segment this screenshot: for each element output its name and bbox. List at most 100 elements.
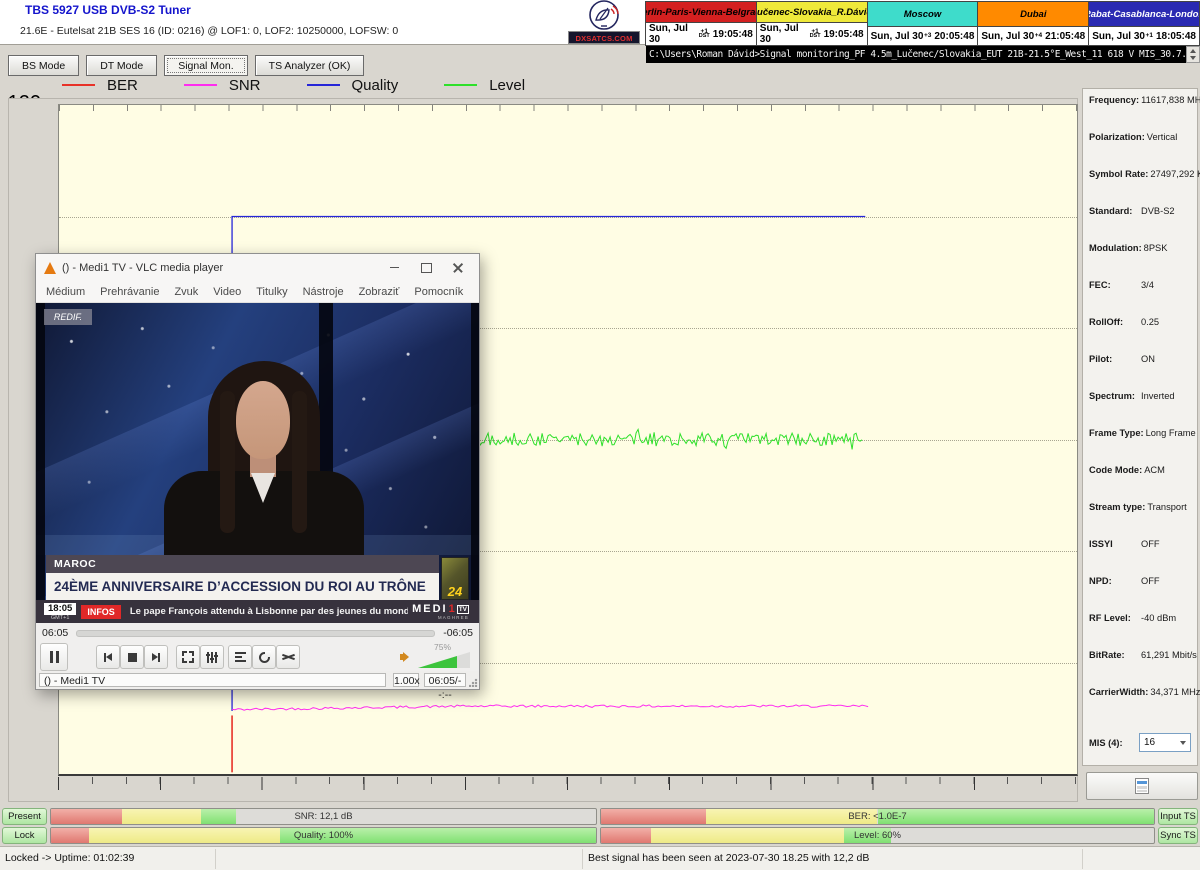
sync-ts-indicator: Sync TS [1158, 827, 1198, 844]
vlc-menu-item[interactable]: Prehrávanie [100, 286, 159, 298]
chevron-down-icon [1180, 741, 1186, 745]
minimize-button[interactable] [381, 258, 407, 278]
status-strip: Locked -> Uptime: 01:02:39 Best signal h… [0, 846, 1200, 870]
vlc-menu-item[interactable]: Zobraziť [359, 286, 400, 298]
clock-time-row: Sun, Jul 30 +1 DST 19:05:48 [646, 23, 756, 45]
scroll-up-icon[interactable] [1190, 49, 1196, 53]
mode-tab[interactable]: BS Mode [8, 55, 79, 76]
loop-icon [259, 652, 270, 663]
vlc-menu-item[interactable]: Titulky [256, 286, 287, 298]
legend-item: SNR [184, 77, 261, 94]
command-prompt[interactable]: C:\Users\Roman Dávid>Signal monitoring_P… [646, 46, 1186, 63]
vlc-titlebar[interactable]: () - Medi1 TV - VLC media player [36, 254, 479, 281]
vlc-menu-item[interactable]: Video [213, 286, 241, 298]
parameter-value: OFF [1141, 576, 1160, 586]
volume-slider[interactable] [418, 652, 470, 668]
satellite-dish-icon [586, 0, 622, 31]
parameter-label: Modulation: [1089, 243, 1142, 253]
legend-line-swatch [307, 84, 340, 86]
playback-controls: 75% [36, 643, 479, 671]
mode-tab[interactable]: Signal Mon. [164, 55, 247, 76]
parameter-value: DVB-S2 [1141, 206, 1175, 216]
parameter-label: CarrierWidth: [1089, 687, 1148, 697]
console-scrollbar[interactable] [1186, 46, 1200, 63]
vlc-menu-item[interactable]: Nástroje [303, 286, 344, 298]
clock-utc-offset: +1 DST [699, 29, 710, 40]
clock-city-label: Moscow [868, 2, 978, 27]
parameter-row: Standard: DVB-S2 [1083, 206, 1197, 243]
time-status[interactable]: 06:05/--:-- [424, 673, 466, 687]
bottom-axis-ticks [58, 777, 1076, 790]
mode-tab[interactable]: TS Analyzer (OK) [255, 55, 365, 76]
legend-item: Quality [307, 77, 399, 94]
meter-label: Level: 60% [601, 828, 1154, 843]
set-pillar [471, 303, 479, 623]
news-anchor-hair-lock [220, 391, 235, 533]
parameter-label: Standard: [1089, 206, 1139, 216]
clock-time-row: Sun, Jul 30 +4 21:05:48 [978, 27, 1088, 45]
parameter-label: Spectrum: [1089, 391, 1139, 401]
vlc-menu-item[interactable]: Pomocník [414, 286, 463, 298]
volume-percent: 75% [434, 642, 451, 652]
tuner-app-window: TBS 5927 USB DVB-S2 Tuner 21.6E - Eutels… [0, 0, 1200, 870]
parameter-row: Code Mode: ACM [1083, 465, 1197, 502]
pause-button[interactable] [40, 643, 68, 671]
parameter-row: RF Level: -40 dBm [1083, 613, 1197, 650]
region-tag: MAROC [46, 555, 439, 573]
mis-dropdown[interactable]: 16 [1139, 733, 1191, 752]
vlc-menu-item[interactable]: Zvuk [174, 286, 198, 298]
parameter-row: CarrierWidth: 34,371 MHz [1083, 687, 1197, 724]
chart-legend: BER SNR Quality Level [62, 76, 525, 94]
resize-grip-icon[interactable] [469, 678, 478, 687]
clock-widget: Berlin-Paris-Vienna-Belgrade Sun, Jul 30… [645, 1, 757, 46]
clock-utc-offset: +1 [1146, 33, 1153, 39]
parameter-label: Pilot: [1089, 354, 1139, 364]
scroll-down-icon[interactable] [1190, 56, 1196, 60]
parameter-row: Pilot: ON [1083, 354, 1197, 391]
clock-widget: Dubai Sun, Jul 30 +4 21:05:48 [977, 1, 1089, 46]
playlist-icon [235, 652, 246, 662]
clock-city-label: Rabat-Casablanca-London [1089, 2, 1199, 27]
video-frame[interactable]: REDIF. MAROC 24ÈME ANNIVERSAIRE D’ACCESS… [36, 303, 479, 623]
vlc-window: () - Medi1 TV - VLC media player Médium … [35, 253, 480, 690]
parameter-row: Symbol Rate: 27497,292 KS/s [1083, 169, 1197, 206]
mode-tab[interactable]: DT Mode [86, 55, 157, 76]
parameter-row: Frequency: 11617,838 MHz [1083, 95, 1197, 132]
mis-row: MIS (4): 16 [1083, 733, 1197, 752]
pause-icon [50, 651, 59, 663]
infos-badge: INFOS [81, 605, 121, 619]
fullscreen-button[interactable] [176, 645, 200, 669]
seek-slider[interactable] [76, 630, 435, 637]
parameter-value: 61,291 Mbit/s [1141, 650, 1197, 660]
vlc-menubar: Médium Prehrávanie Zvuk Video Titulky Ná… [36, 281, 479, 303]
parameter-label: ISSYI [1089, 539, 1139, 549]
parameter-value: Long Frame [1146, 428, 1196, 438]
previous-button[interactable] [96, 645, 120, 669]
ber-meter: BER: <1.0E-7 [600, 808, 1155, 825]
mis-label: MIS (4): [1089, 738, 1139, 748]
parameter-row: RollOff: 0.25 [1083, 317, 1197, 354]
clock-city-label: Lučenec-Slovakia_R.Dávid [757, 2, 867, 23]
playlist-button[interactable] [228, 645, 252, 669]
stream-list-button[interactable] [1086, 772, 1198, 800]
parameter-label: Symbol Rate: [1089, 169, 1148, 179]
mute-button[interactable] [400, 652, 409, 662]
adjustments-button[interactable] [200, 645, 224, 669]
meter-label: SNR: 12,1 dB [51, 809, 596, 824]
playback-rate[interactable]: 1.00x [393, 673, 419, 687]
clock-time: 20:05:48 [934, 31, 974, 42]
shuffle-icon [282, 652, 295, 662]
next-button[interactable] [144, 645, 168, 669]
maximize-icon [421, 263, 432, 273]
shuffle-button[interactable] [276, 645, 300, 669]
loop-button[interactable] [252, 645, 276, 669]
maximize-button[interactable] [413, 258, 439, 278]
parameter-value: Vertical [1147, 132, 1178, 142]
stop-button[interactable] [120, 645, 144, 669]
vlc-menu-item[interactable]: Médium [46, 286, 85, 298]
level-meter: Level: 60% [600, 827, 1155, 844]
close-button[interactable] [445, 258, 471, 278]
legend-item: Level [444, 77, 525, 94]
minimize-icon [390, 267, 399, 268]
vlc-cone-icon [44, 262, 56, 274]
